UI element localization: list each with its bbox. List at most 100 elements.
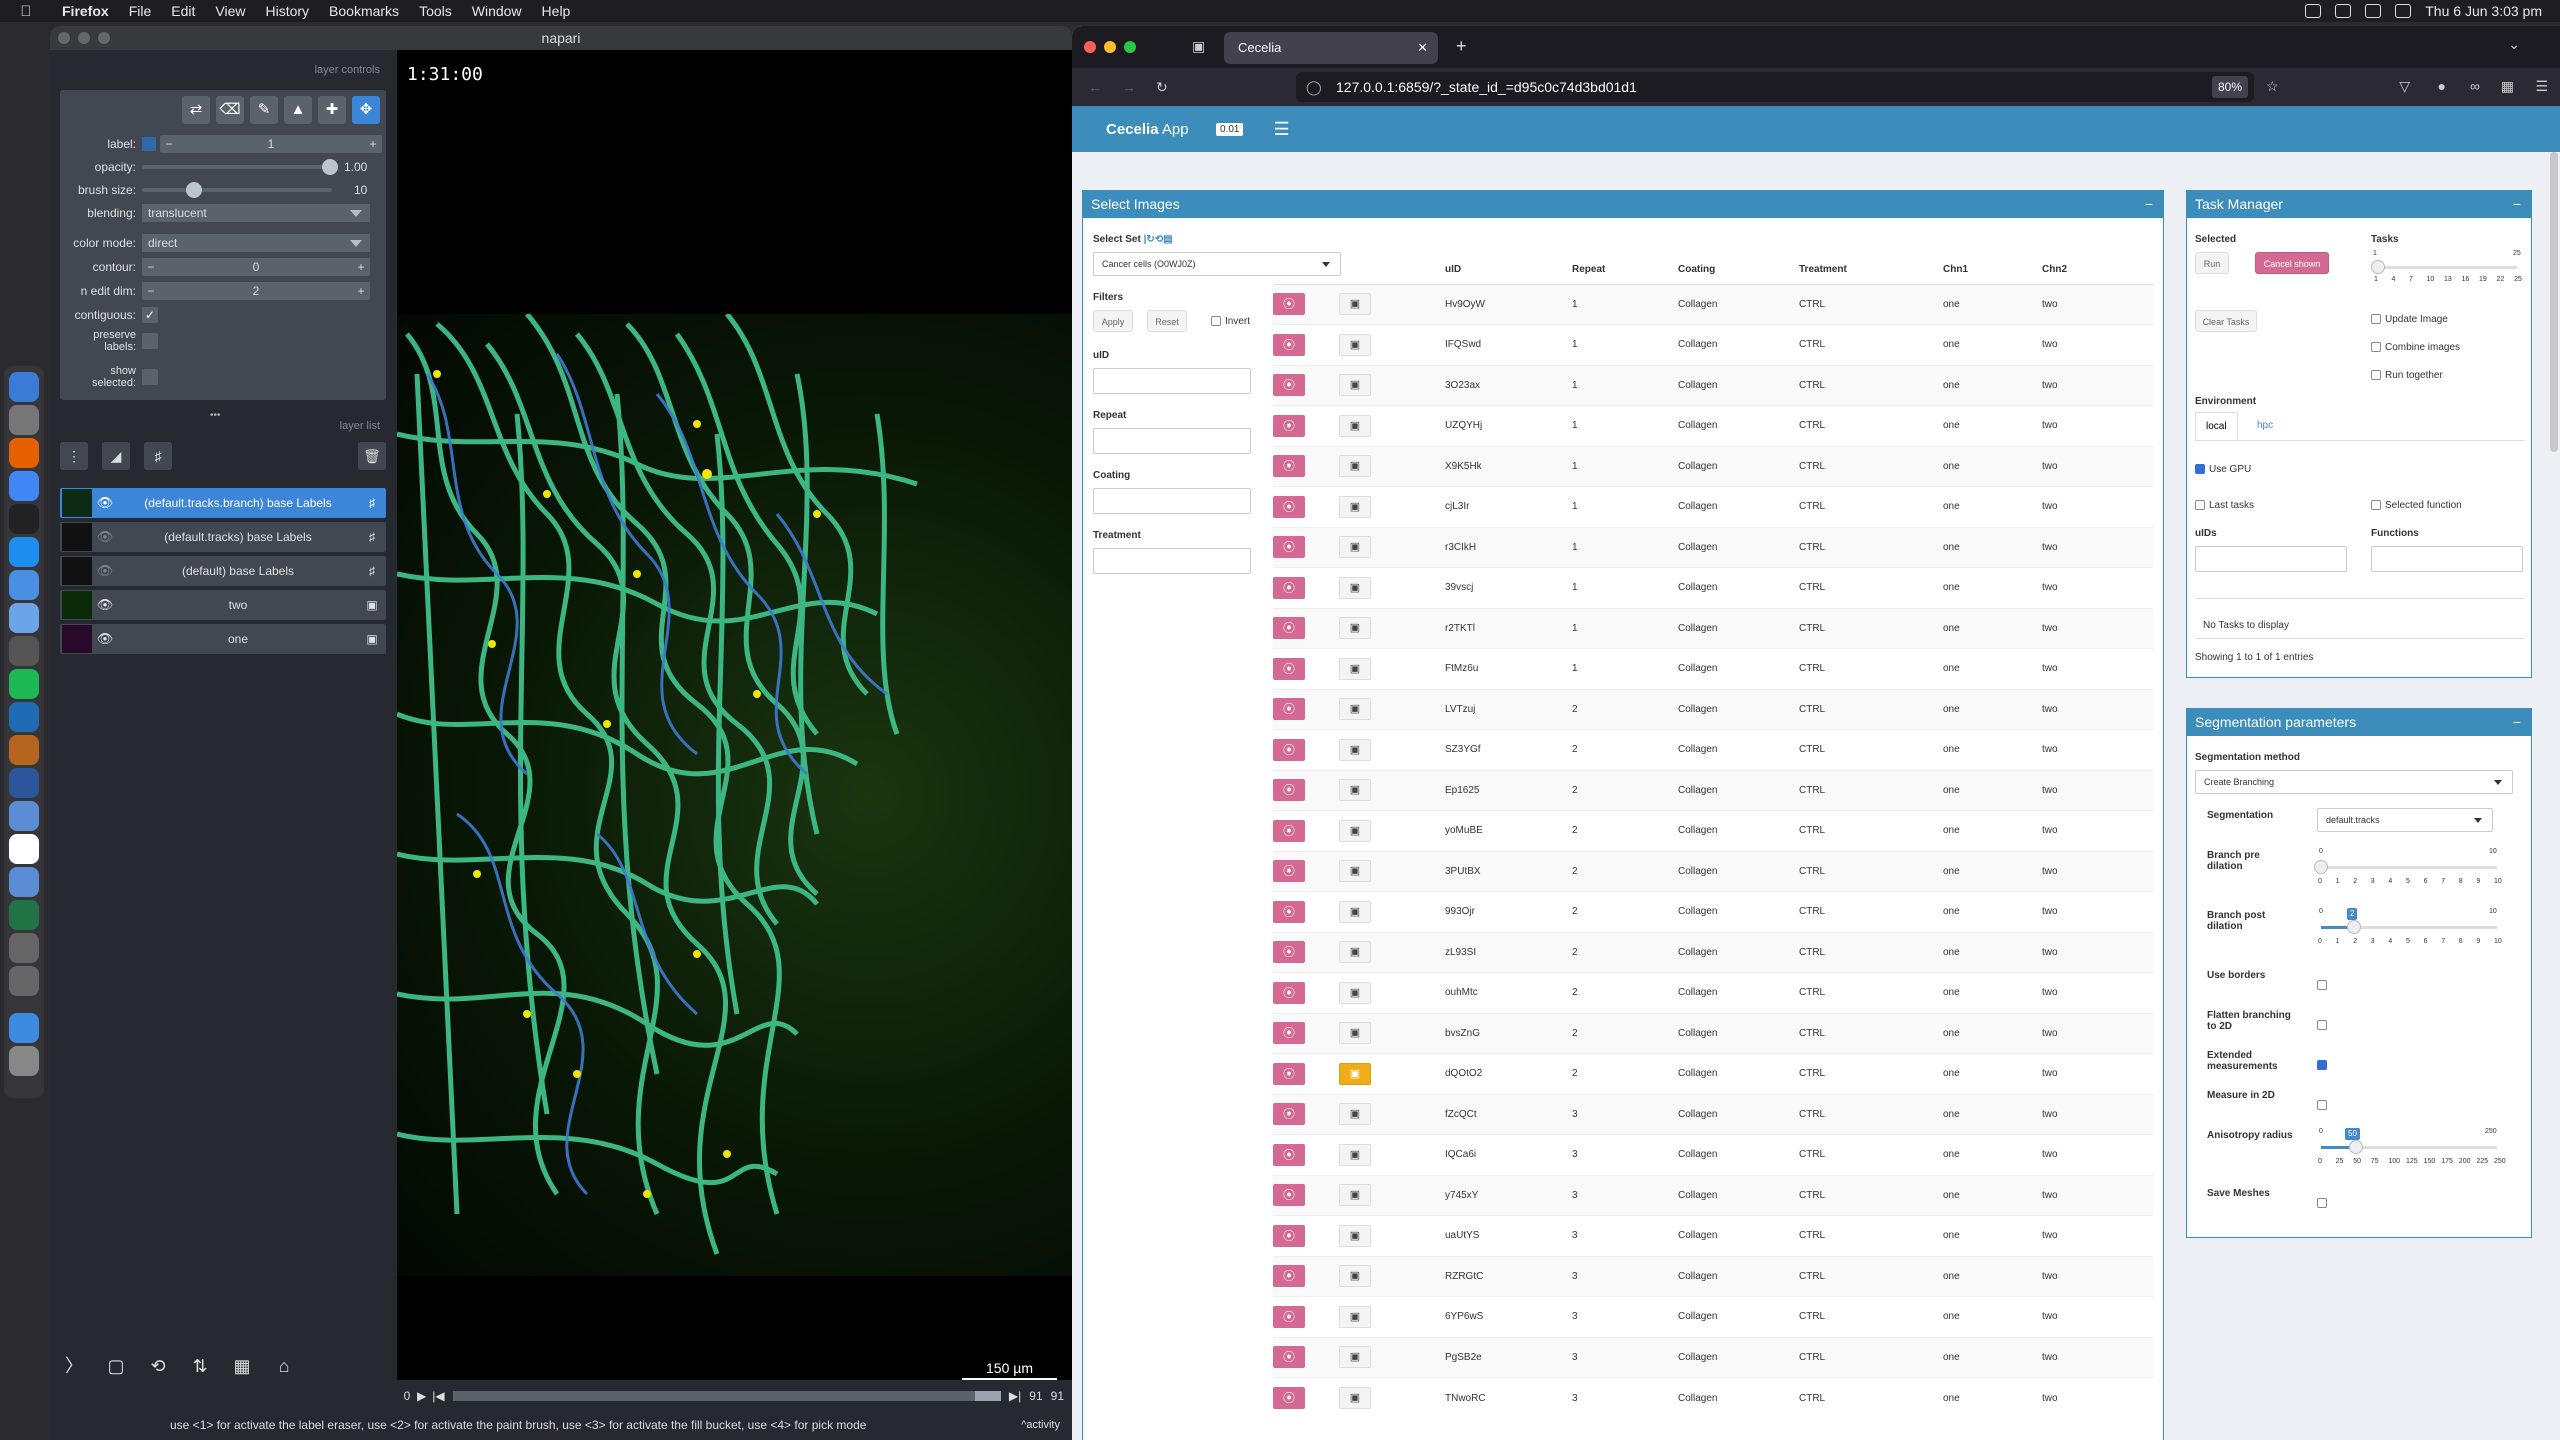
select-row-button[interactable]: ⦿: [1273, 1174, 1339, 1216]
view-image-button[interactable]: ▣: [1339, 607, 1445, 649]
run-button[interactable]: Run: [2195, 252, 2229, 274]
table-row[interactable]: ⦿ ▣ ouhMtc 2 Collagen CTRL one two: [1273, 972, 2153, 1013]
new-labels-layer-icon[interactable]: ♯: [144, 442, 172, 470]
play-icon[interactable]: ▶: [417, 1389, 426, 1403]
brand-logo[interactable]: Cecelia App: [1072, 121, 1212, 138]
col-repeat[interactable]: Repeat: [1572, 256, 1678, 285]
reload-icon[interactable]: ↻: [1156, 79, 1168, 96]
branch-pre-handle[interactable]: [2314, 860, 2328, 874]
finder-icon[interactable]: [9, 372, 39, 402]
image-icon[interactable]: ▣: [1339, 738, 1371, 761]
spotify-icon[interactable]: [9, 669, 39, 699]
select-circle-icon[interactable]: ⦿: [1273, 900, 1305, 923]
image-icon[interactable]: ▣: [1339, 1265, 1371, 1288]
new-points-layer-icon[interactable]: ⋮: [60, 442, 88, 470]
select-circle-icon[interactable]: ⦿: [1273, 738, 1305, 761]
console-icon[interactable]: 〉: [60, 1352, 88, 1380]
select-circle-icon[interactable]: ⦿: [1273, 1062, 1305, 1085]
clear-tasks-button[interactable]: Clear Tasks: [2195, 310, 2257, 332]
view-image-button[interactable]: ▣: [1339, 486, 1445, 527]
status-tray-icon[interactable]: [2305, 4, 2322, 18]
extension-icon[interactable]: ∞: [2470, 78, 2480, 94]
branch-post-handle[interactable]: [2347, 920, 2361, 934]
select-circle-icon[interactable]: ⦿: [1273, 536, 1305, 559]
select-row-button[interactable]: ⦿: [1273, 324, 1339, 365]
select-row-button[interactable]: ⦿: [1273, 972, 1339, 1013]
select-row-button[interactable]: ⦿: [1273, 445, 1339, 487]
new-tab-icon[interactable]: +: [1456, 36, 1467, 57]
table-row[interactable]: ⦿ ▣ 6YP6wS 3 Collagen CTRL one two: [1273, 1296, 2153, 1337]
visibility-eye-icon[interactable]: 👁: [92, 631, 118, 647]
layer-item-4[interactable]: 👁 one ▣: [60, 624, 386, 654]
app-icon-4[interactable]: [9, 933, 39, 963]
save-meshes-checkbox[interactable]: [2317, 1198, 2327, 1208]
last-tasks-checkbox[interactable]: [2195, 500, 2205, 510]
image-icon[interactable]: ▣: [1339, 779, 1371, 802]
select-circle-icon[interactable]: ⦿: [1273, 374, 1305, 397]
forward-icon[interactable]: →: [1122, 79, 1136, 95]
update-image-checkbox[interactable]: [2371, 314, 2381, 324]
select-circle-icon[interactable]: ⦿: [1273, 981, 1305, 1004]
view-image-button[interactable]: ▣: [1339, 648, 1445, 689]
segmentation-method-select[interactable]: Create Branching: [2195, 770, 2513, 794]
select-row-button[interactable]: ⦿: [1273, 1053, 1339, 1094]
zoom-level[interactable]: 80%: [2211, 76, 2248, 98]
sidebar-toggle-icon[interactable]: ☰: [1273, 119, 1289, 140]
table-row[interactable]: ⦿ ▣ Hv9OyW 1 Collagen CTRL one two: [1273, 283, 2153, 325]
close-window-button[interactable]: [1084, 41, 1096, 53]
trash-icon[interactable]: [9, 1046, 39, 1076]
image-icon[interactable]: ▣: [1339, 1103, 1371, 1126]
select-row-button[interactable]: ⦿: [1273, 283, 1339, 325]
table-row[interactable]: ⦿ ▣ Ep1625 2 Collagen CTRL one two: [1273, 769, 2153, 811]
segmentation-select[interactable]: default.tracks: [2317, 808, 2493, 832]
view-image-button[interactable]: ▣: [1339, 972, 1445, 1013]
select-circle-icon[interactable]: ⦿: [1273, 455, 1305, 478]
view-image-button[interactable]: ▣: [1339, 1174, 1445, 1216]
menu-app-firefox[interactable]: Firefox: [52, 3, 119, 19]
napari-canvas[interactable]: 1:31:00 150 µm: [397, 50, 1072, 1380]
select-circle-icon[interactable]: ⦿: [1273, 1143, 1305, 1166]
wifi-icon[interactable]: [2335, 4, 2352, 18]
control-center-icon[interactable]: [2395, 4, 2412, 18]
select-circle-icon[interactable]: ⦿: [1273, 293, 1305, 316]
select-circle-icon[interactable]: ⦿: [1273, 495, 1305, 518]
select-circle-icon[interactable]: ⦿: [1273, 1022, 1305, 1045]
image-icon[interactable]: ▣: [1339, 455, 1371, 478]
select-circle-icon[interactable]: ⦿: [1273, 576, 1305, 599]
visibility-eye-off-icon[interactable]: 👁: [92, 563, 118, 579]
extended-measurements-checkbox[interactable]: [2317, 1060, 2327, 1070]
view-image-button[interactable]: ▣: [1339, 688, 1445, 730]
filter-uid-input[interactable]: [1093, 368, 1251, 394]
menu-window[interactable]: Window: [462, 3, 532, 19]
zoom-window-button[interactable]: [1124, 41, 1136, 53]
invert-checkbox[interactable]: [1211, 316, 1221, 326]
menu-edit[interactable]: Edit: [161, 3, 205, 19]
eraser-icon[interactable]: ⌫: [216, 96, 244, 124]
image-icon[interactable]: ▣: [1339, 495, 1371, 518]
inkscape-icon[interactable]: [9, 636, 39, 666]
visibility-eye-off-icon[interactable]: 👁: [92, 529, 118, 545]
image-icon[interactable]: ▣: [1339, 617, 1371, 640]
view-image-button[interactable]: ▣: [1339, 769, 1445, 811]
select-row-button[interactable]: ⦿: [1273, 1093, 1339, 1135]
filter-repeat-input[interactable]: [1093, 428, 1251, 454]
selected-function-checkbox[interactable]: [2371, 500, 2381, 510]
select-circle-icon[interactable]: ⦿: [1273, 333, 1305, 356]
transpose-dims-icon[interactable]: ⇅: [186, 1352, 214, 1380]
select-circle-icon[interactable]: ⦿: [1273, 1346, 1305, 1369]
time-slider-track[interactable]: [452, 1391, 1001, 1401]
layer-item-0[interactable]: 👁 (default.tracks.branch) base Labels ♯: [60, 488, 386, 518]
docker-icon[interactable]: [9, 537, 39, 567]
filter-coating-input[interactable]: [1093, 488, 1251, 514]
select-circle-icon[interactable]: ⦿: [1273, 1184, 1305, 1207]
view-image-button[interactable]: ▣: [1339, 526, 1445, 568]
image-icon[interactable]: ▣: [1339, 576, 1371, 599]
select-row-button[interactable]: ⦿: [1273, 850, 1339, 892]
select-row-button[interactable]: ⦿: [1273, 567, 1339, 608]
filter-treatment-input[interactable]: [1093, 548, 1251, 574]
table-row[interactable]: ⦿ ▣ RZRGtC 3 Collagen CTRL one two: [1273, 1255, 2153, 1297]
image-icon[interactable]: ▣: [1339, 1224, 1371, 1247]
select-circle-icon[interactable]: ⦿: [1273, 1103, 1305, 1126]
menu-bookmarks[interactable]: Bookmarks: [319, 3, 409, 19]
terminal-icon[interactable]: [9, 504, 39, 534]
